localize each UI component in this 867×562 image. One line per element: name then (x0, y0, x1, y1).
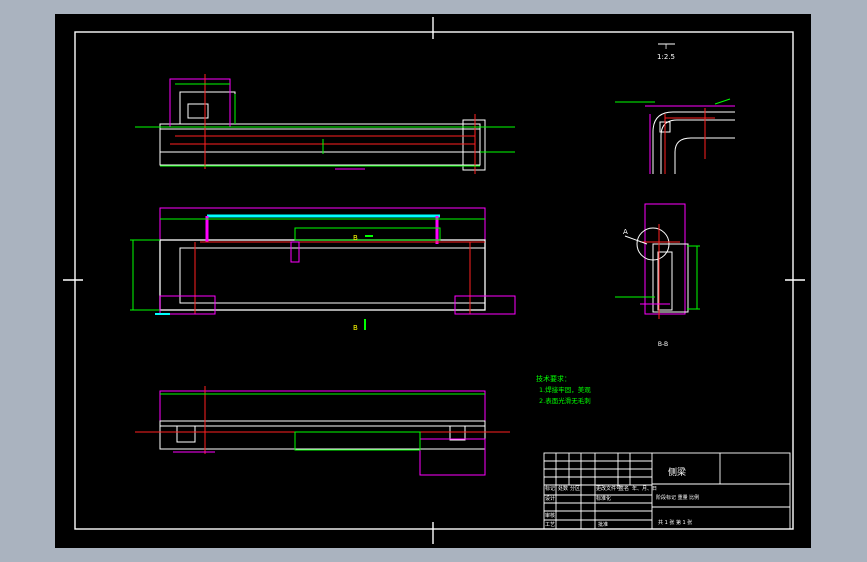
top-view (135, 74, 515, 174)
review-label: 审核 (545, 512, 555, 519)
tech-requirement-1: 1.焊接牢固，美观 (539, 385, 591, 394)
drawing-sheet: I 1:2.5 B-B A B B 技术要求： 1.焊接牢固，美观 2.表面光滑… (55, 14, 811, 548)
sheet-count: 共 1 张 第 1 张 (658, 519, 692, 526)
scale-label: I (665, 43, 667, 51)
center-marks (63, 17, 805, 544)
header-sign: 签名 (619, 485, 629, 492)
standardization-label: 标准化 (596, 495, 611, 502)
view-marker-a: A (623, 228, 628, 236)
bottom-view (135, 386, 510, 476)
cad-drawing: I 1:2.5 B-B A B B 技术要求： 1.焊接牢固，美观 2.表面光滑… (63, 17, 805, 544)
approve-label: 批准 (598, 521, 608, 528)
header-count: 处数 (558, 485, 568, 492)
process-label: 工艺 (545, 522, 555, 528)
tech-requirement-2: 2.表面光滑无毛刺 (539, 396, 591, 405)
front-view (130, 207, 516, 330)
header-date: 年、月、日 (632, 485, 657, 492)
header-mark: 标记 (545, 485, 555, 492)
detail-view (615, 43, 735, 174)
section-label: B-B (658, 341, 668, 348)
tech-requirements-title: 技术要求： (536, 374, 571, 383)
view-marker-b-lower: B (353, 324, 358, 332)
header-doc: 更改文件号 (596, 485, 621, 492)
title-block (543, 452, 791, 530)
design-label: 设计 (545, 495, 555, 502)
section-view (615, 203, 700, 319)
scale-value: 1:2.5 (657, 53, 675, 61)
header-zone: 分区 (570, 485, 580, 492)
view-marker-b: B (353, 234, 358, 242)
stage-labels: 阶段标记 重量 比例 (656, 494, 699, 501)
part-name: 侧梁 (668, 466, 686, 478)
